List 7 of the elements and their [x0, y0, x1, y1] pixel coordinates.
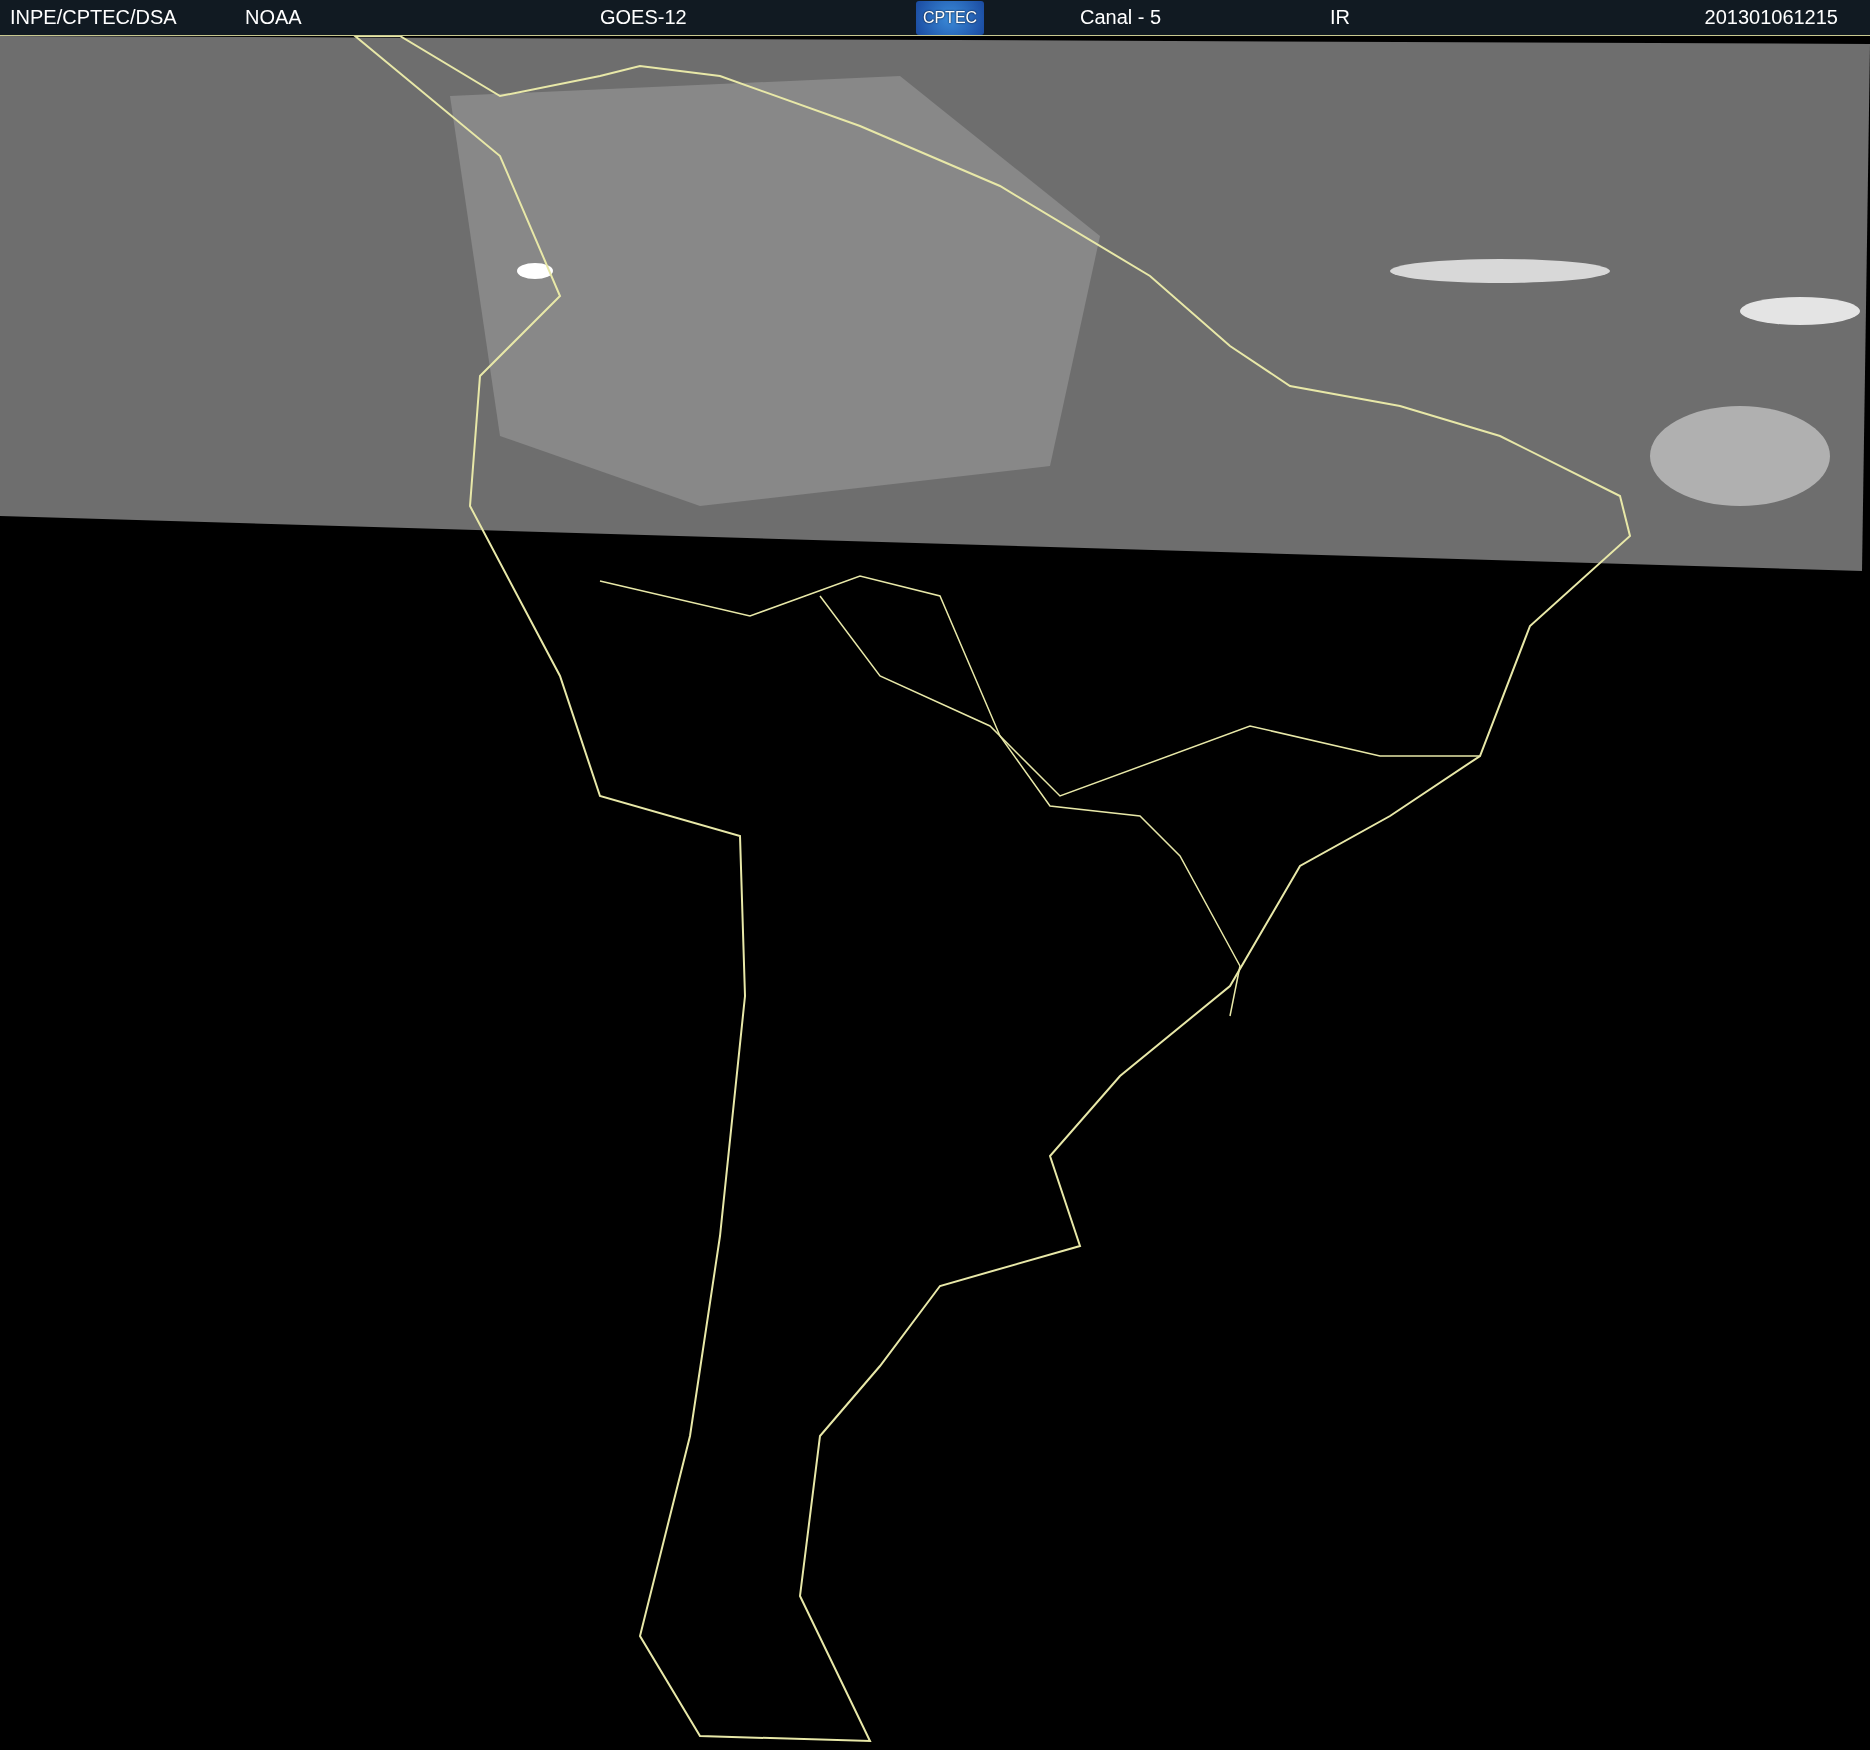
logo: CPTEC: [916, 0, 984, 35]
header-label: INPE/CPTEC/DSA: [10, 6, 178, 29]
header-label: GOES-12: [600, 6, 688, 29]
header-label: IR: [1330, 6, 1351, 29]
header-label: 201301061215: [1704, 6, 1838, 29]
header-label: NOAA: [245, 6, 303, 29]
header-label: Canal - 5: [1080, 6, 1163, 29]
